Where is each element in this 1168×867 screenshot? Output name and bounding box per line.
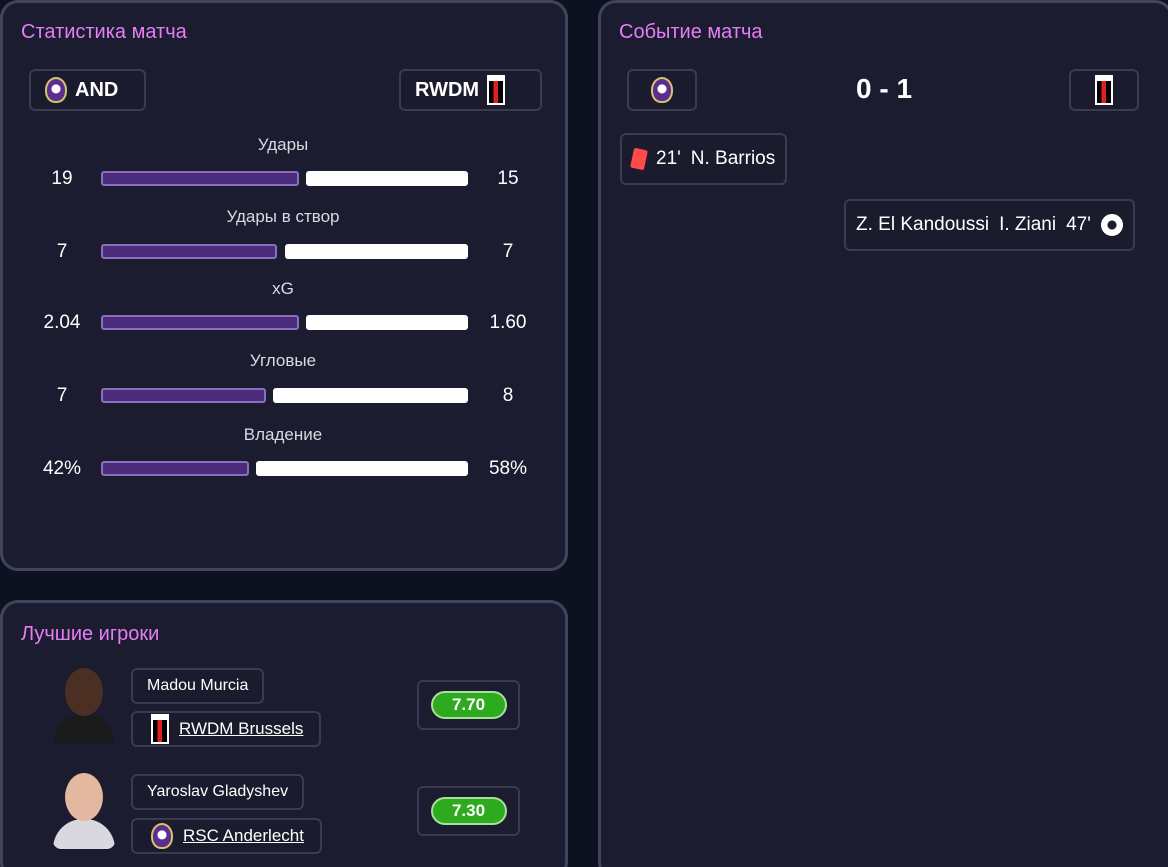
stat-label: Угловые <box>249 351 317 370</box>
player-name: Yaroslav Gladyshev <box>147 783 289 800</box>
panel-title: Событие матча <box>619 21 763 43</box>
anderlecht-crest-icon <box>151 823 173 849</box>
stat-home-value: 2.04 <box>43 312 81 333</box>
player-name: Madou Murcia <box>147 677 249 694</box>
stat-label: Удары в створ <box>226 207 340 226</box>
stat-away-bar <box>285 244 468 259</box>
player-rating-badge: 7.70 <box>430 691 507 719</box>
stat-home-value: 42% <box>42 458 82 479</box>
red-card-icon <box>630 147 648 171</box>
rwdm-crest-icon <box>1095 75 1113 105</box>
stat-away-bar <box>273 388 468 403</box>
home-team-chip[interactable]: AND <box>29 69 146 111</box>
player-club-link[interactable]: RWDM Brussels <box>131 711 322 747</box>
stat-home-bar <box>101 461 249 476</box>
stat-home-bar <box>101 388 266 403</box>
best-players-panel: Лучшие игроки Madou Murcia RWDM Brussels… <box>0 600 568 867</box>
stat-label: xG <box>272 279 294 298</box>
stat-away-value: 58% <box>488 458 528 479</box>
stat-away-value: 1.60 <box>489 312 527 333</box>
player-avatar[interactable] <box>53 664 115 744</box>
event-assist: Z. El Kandoussi <box>856 214 990 235</box>
player-rating-badge: 7.30 <box>430 797 507 825</box>
anderlecht-crest-icon <box>45 77 67 103</box>
player-avatar[interactable] <box>53 769 115 849</box>
player-club-name: RWDM Brussels <box>179 719 304 738</box>
panel-title: Лучшие игроки <box>21 623 160 645</box>
stat-label: Удары <box>257 135 309 154</box>
football-icon <box>1100 214 1123 236</box>
event-minute: 47' <box>1066 214 1091 235</box>
event-player: I. Ziani <box>999 214 1057 235</box>
event-red-card[interactable]: 21' N. Barrios <box>620 133 788 185</box>
anderlecht-crest-icon <box>651 77 673 103</box>
away-team-name: RWDM <box>415 78 480 101</box>
stat-away-bar <box>306 171 468 186</box>
stat-home-bar <box>101 171 299 186</box>
player-club-name: RSC Anderlecht <box>183 826 304 845</box>
stat-home-bar <box>101 244 277 259</box>
player-name-chip[interactable]: Yaroslav Gladyshev <box>131 774 305 810</box>
rwdm-crest-icon <box>151 714 169 744</box>
match-score: 0 - 1 <box>855 73 913 104</box>
player-name-chip[interactable]: Madou Murcia <box>131 668 265 704</box>
match-stats-panel: Статистика матча AND RWDM Удары 19 15 Уд… <box>0 0 568 571</box>
player-club-link[interactable]: RSC Anderlecht <box>131 818 322 854</box>
stat-home-bar <box>101 315 299 330</box>
away-team-crest-chip[interactable] <box>1069 69 1139 111</box>
stat-away-value: 7 <box>502 241 514 262</box>
stat-away-bar <box>306 315 468 330</box>
player-rating-box: 7.70 <box>417 680 520 730</box>
panel-title: Статистика матча <box>21 21 187 43</box>
event-player: N. Barrios <box>690 148 776 169</box>
stat-home-value: 19 <box>51 168 73 189</box>
match-events-panel: Событие матча 0 - 1 21' N. Barrios Z. El… <box>598 0 1168 867</box>
stat-label: Владение <box>243 425 323 444</box>
event-minute: 21' <box>656 148 681 169</box>
stat-home-value: 7 <box>56 385 68 406</box>
home-team-name: AND <box>75 78 119 101</box>
stat-home-value: 7 <box>56 241 68 262</box>
stat-away-value: 8 <box>502 385 514 406</box>
rwdm-crest-icon <box>487 75 506 105</box>
away-team-chip[interactable]: RWDM <box>399 69 542 111</box>
player-rating-box: 7.30 <box>417 786 520 836</box>
home-team-crest-chip[interactable] <box>627 69 697 111</box>
stat-away-value: 15 <box>497 168 519 189</box>
stat-away-bar <box>256 461 468 476</box>
event-goal[interactable]: Z. El Kandoussi I. Ziani 47' <box>844 199 1135 251</box>
